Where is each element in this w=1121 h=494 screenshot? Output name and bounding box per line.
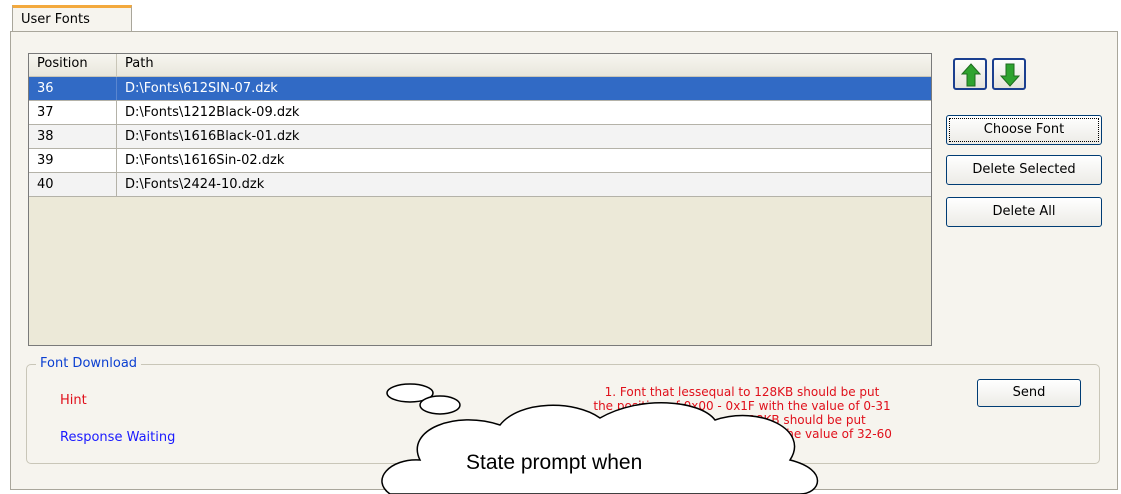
response-status: Response Waiting: [60, 430, 176, 445]
table-row[interactable]: 37 D:\Fonts\1212Black-09.dzk: [29, 101, 931, 125]
cell-path: D:\Fonts\2424-10.dzk: [125, 177, 265, 192]
cell-path: D:\Fonts\612SIN-07.dzk: [125, 81, 278, 96]
tab-user-fonts[interactable]: User Fonts: [12, 5, 132, 31]
move-down-button[interactable]: [992, 58, 1026, 90]
cell-path: D:\Fonts\1616Sin-02.dzk: [125, 153, 285, 168]
font-notes: 1. Font that lessequal to 128KB should b…: [512, 385, 972, 441]
note-line: 1. Font that lessequal to 128KB should b…: [604, 385, 880, 399]
cell-position: 38: [29, 125, 117, 148]
green-down-arrow-icon: [1000, 63, 1020, 87]
green-up-arrow-icon: [961, 63, 981, 87]
cell-path: D:\Fonts\1212Black-09.dzk: [125, 105, 300, 120]
table-row[interactable]: 39 D:\Fonts\1616Sin-02.dzk: [29, 149, 931, 173]
font-download-title: Font Download: [36, 356, 142, 371]
delete-selected-button[interactable]: Delete Selected: [946, 155, 1102, 185]
cell-path: D:\Fonts\1616Black-01.dzk: [125, 129, 300, 144]
hint-label: Hint: [60, 393, 87, 408]
cell-position: 39: [29, 149, 117, 172]
callout-text: State prompt when: [466, 451, 643, 474]
cell-position: 36: [29, 77, 117, 100]
font-list[interactable]: Position Path 36 D:\Fonts\612SIN-07.dzk …: [28, 53, 932, 346]
note-line: 28KB should be put: [748, 413, 866, 427]
table-row[interactable]: 40 D:\Fonts\2424-10.dzk: [29, 173, 931, 197]
move-up-button[interactable]: [953, 58, 987, 90]
column-header-position[interactable]: Position: [29, 54, 117, 76]
note-line: ith the value of 32-60: [762, 427, 892, 441]
cell-position: 40: [29, 173, 117, 196]
delete-all-button[interactable]: Delete All: [946, 197, 1102, 227]
send-button[interactable]: Send: [977, 379, 1081, 407]
table-row[interactable]: 36 D:\Fonts\612SIN-07.dzk: [29, 77, 931, 101]
cell-position: 37: [29, 101, 117, 124]
list-header: Position Path: [29, 54, 931, 77]
column-header-path[interactable]: Path: [117, 54, 154, 76]
note-line: the position of 0x00 - 0x1F with the val…: [593, 399, 891, 413]
table-row[interactable]: 38 D:\Fonts\1616Black-01.dzk: [29, 125, 931, 149]
choose-font-button[interactable]: Choose Font: [946, 115, 1102, 145]
